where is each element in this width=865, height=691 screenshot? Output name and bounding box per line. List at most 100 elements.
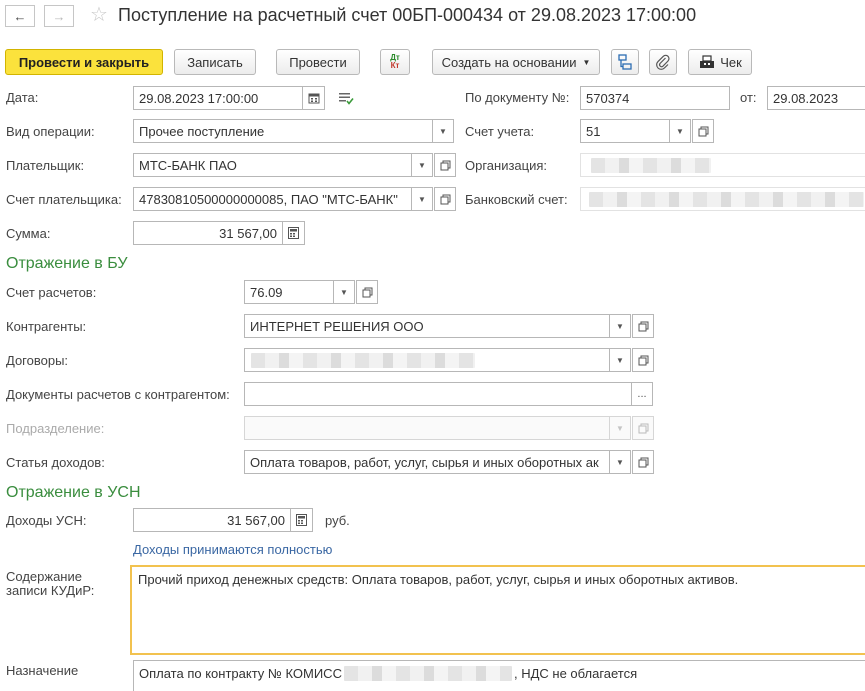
open-icon <box>638 355 648 365</box>
chevron-down-icon: ▼ <box>616 457 624 467</box>
redacted-block <box>591 158 711 173</box>
chevron-down-icon: ▼ <box>418 160 426 170</box>
open-icon <box>440 194 450 204</box>
account-dropdown[interactable]: ▼ <box>669 119 691 143</box>
counterparty-field[interactable]: ИНТЕРНЕТ РЕШЕНИЯ ООО <box>244 314 610 338</box>
calculator-icon <box>288 227 299 239</box>
page-title: Поступление на расчетный счет 00БП-00043… <box>118 5 697 25</box>
open-icon <box>440 160 450 170</box>
division-label: Подразделение: <box>6 421 105 436</box>
counterparty-open-button[interactable] <box>632 314 654 338</box>
settlement-account-dropdown[interactable]: ▼ <box>333 280 355 304</box>
counterparty-dropdown[interactable]: ▼ <box>609 314 631 338</box>
save-button[interactable]: Записать <box>174 49 256 75</box>
forward-button[interactable]: → <box>44 5 74 27</box>
payer-account-open-button[interactable] <box>434 187 456 211</box>
dt-kt-icon: Дт Кт <box>390 53 400 70</box>
account-open-button[interactable] <box>692 119 714 143</box>
calendar-button[interactable] <box>303 86 325 110</box>
from-label: от: <box>740 90 757 105</box>
chevron-down-icon: ▼ <box>340 287 348 297</box>
post-button[interactable]: Провести <box>276 49 360 75</box>
chevron-down-icon: ▼ <box>418 194 426 204</box>
organization-field[interactable] <box>580 153 865 177</box>
doc-date-field[interactable]: 29.08.2023 <box>767 86 865 110</box>
operation-type-field[interactable]: Прочее поступление <box>133 119 433 143</box>
operation-type-dropdown[interactable]: ▼ <box>432 119 454 143</box>
history-icon[interactable] <box>338 91 354 108</box>
sum-field[interactable]: 31 567,00 <box>133 221 283 245</box>
counterparty-label: Контрагенты: <box>6 319 87 334</box>
account-field[interactable]: 51 <box>580 119 670 143</box>
division-open-button[interactable] <box>632 416 654 440</box>
favorite-star-icon[interactable]: ☆ <box>90 3 108 27</box>
calculator-icon <box>296 514 307 526</box>
usn-calculator-button[interactable] <box>291 508 313 532</box>
payer-account-field[interactable]: 47830810500000000085, ПАО "МТС-БАНК" <box>133 187 412 211</box>
redacted-block <box>589 192 864 207</box>
redacted-block <box>343 666 512 681</box>
payer-open-button[interactable] <box>434 153 456 177</box>
arrow-left-icon: ← <box>13 8 27 24</box>
kudir-label-line2: записи КУДиР: <box>6 583 95 598</box>
chevron-down-icon: ▼ <box>616 423 624 433</box>
payer-account-label: Счет плательщика: <box>6 192 122 207</box>
organization-label: Организация: <box>465 158 548 173</box>
contracts-dropdown[interactable]: ▼ <box>609 348 631 372</box>
usn-income-field[interactable]: 31 567,00 <box>133 508 291 532</box>
date-label: Дата: <box>6 90 39 105</box>
open-icon <box>638 321 648 331</box>
income-item-field[interactable]: Оплата товаров, работ, услуг, сырья и ин… <box>244 450 610 474</box>
settlement-docs-select-button[interactable]: ... <box>631 382 653 406</box>
sum-label: Сумма: <box>6 226 51 241</box>
contracts-open-button[interactable] <box>632 348 654 372</box>
calendar-icon <box>308 93 319 104</box>
open-icon <box>362 287 372 297</box>
currency-label: руб. <box>325 513 350 528</box>
payer-label: Плательщик: <box>6 158 85 173</box>
income-item-label: Статья доходов: <box>6 455 105 470</box>
settlement-docs-label: Документы расчетов с контрагентом: <box>6 387 230 402</box>
structure-button[interactable] <box>611 49 639 75</box>
contracts-field[interactable] <box>244 348 610 372</box>
income-item-open-button[interactable] <box>632 450 654 474</box>
settlement-account-open-button[interactable] <box>356 280 378 304</box>
redacted-block <box>251 353 475 368</box>
bank-account-label: Банковский счет: <box>465 192 568 207</box>
payer-account-dropdown[interactable]: ▼ <box>411 187 433 211</box>
division-dropdown[interactable]: ▼ <box>609 416 631 440</box>
kudir-text-area[interactable]: Прочий приход денежных средств: Оплата т… <box>130 565 865 655</box>
paperclip-icon <box>656 54 670 70</box>
purpose-field[interactable]: Оплата по контракту № КОМИСС , НДС не об… <box>133 660 865 691</box>
receipt-button[interactable]: Чек <box>688 49 752 75</box>
income-item-dropdown[interactable]: ▼ <box>609 450 631 474</box>
settlement-docs-field[interactable] <box>244 382 632 406</box>
income-accepted-link[interactable]: Доходы принимаются полностью <box>133 542 332 557</box>
attach-button[interactable] <box>649 49 677 75</box>
purpose-label: Назначение <box>6 663 79 678</box>
open-icon <box>638 457 648 467</box>
chevron-down-icon: ▼ <box>616 321 624 331</box>
doc-number-field[interactable]: 570374 <box>580 86 730 110</box>
usn-section-title: Отражение в УСН <box>6 484 141 501</box>
payer-field[interactable]: МТС-БАНК ПАО <box>133 153 412 177</box>
payer-dropdown[interactable]: ▼ <box>411 153 433 177</box>
contracts-label: Договоры: <box>6 353 69 368</box>
doc-number-label: По документу №: <box>465 90 570 105</box>
post-and-close-button[interactable]: Провести и закрыть <box>5 49 163 75</box>
back-button[interactable]: ← <box>5 5 35 27</box>
account-label: Счет учета: <box>465 124 535 139</box>
settlement-account-field[interactable]: 76.09 <box>244 280 334 304</box>
dt-kt-button[interactable]: Дт Кт <box>380 49 410 75</box>
usn-income-label: Доходы УСН: <box>6 513 87 528</box>
structure-icon <box>618 54 632 70</box>
calculator-button[interactable] <box>283 221 305 245</box>
operation-type-label: Вид операции: <box>6 124 95 139</box>
date-field[interactable]: 29.08.2023 17:00:00 <box>133 86 303 110</box>
chevron-down-icon: ▼ <box>439 126 447 136</box>
create-based-on-button[interactable]: Создать на основании ▼ <box>432 49 600 75</box>
open-icon <box>698 126 708 136</box>
bank-account-field[interactable] <box>580 187 865 211</box>
division-field[interactable] <box>244 416 610 440</box>
cash-register-icon <box>700 55 715 68</box>
